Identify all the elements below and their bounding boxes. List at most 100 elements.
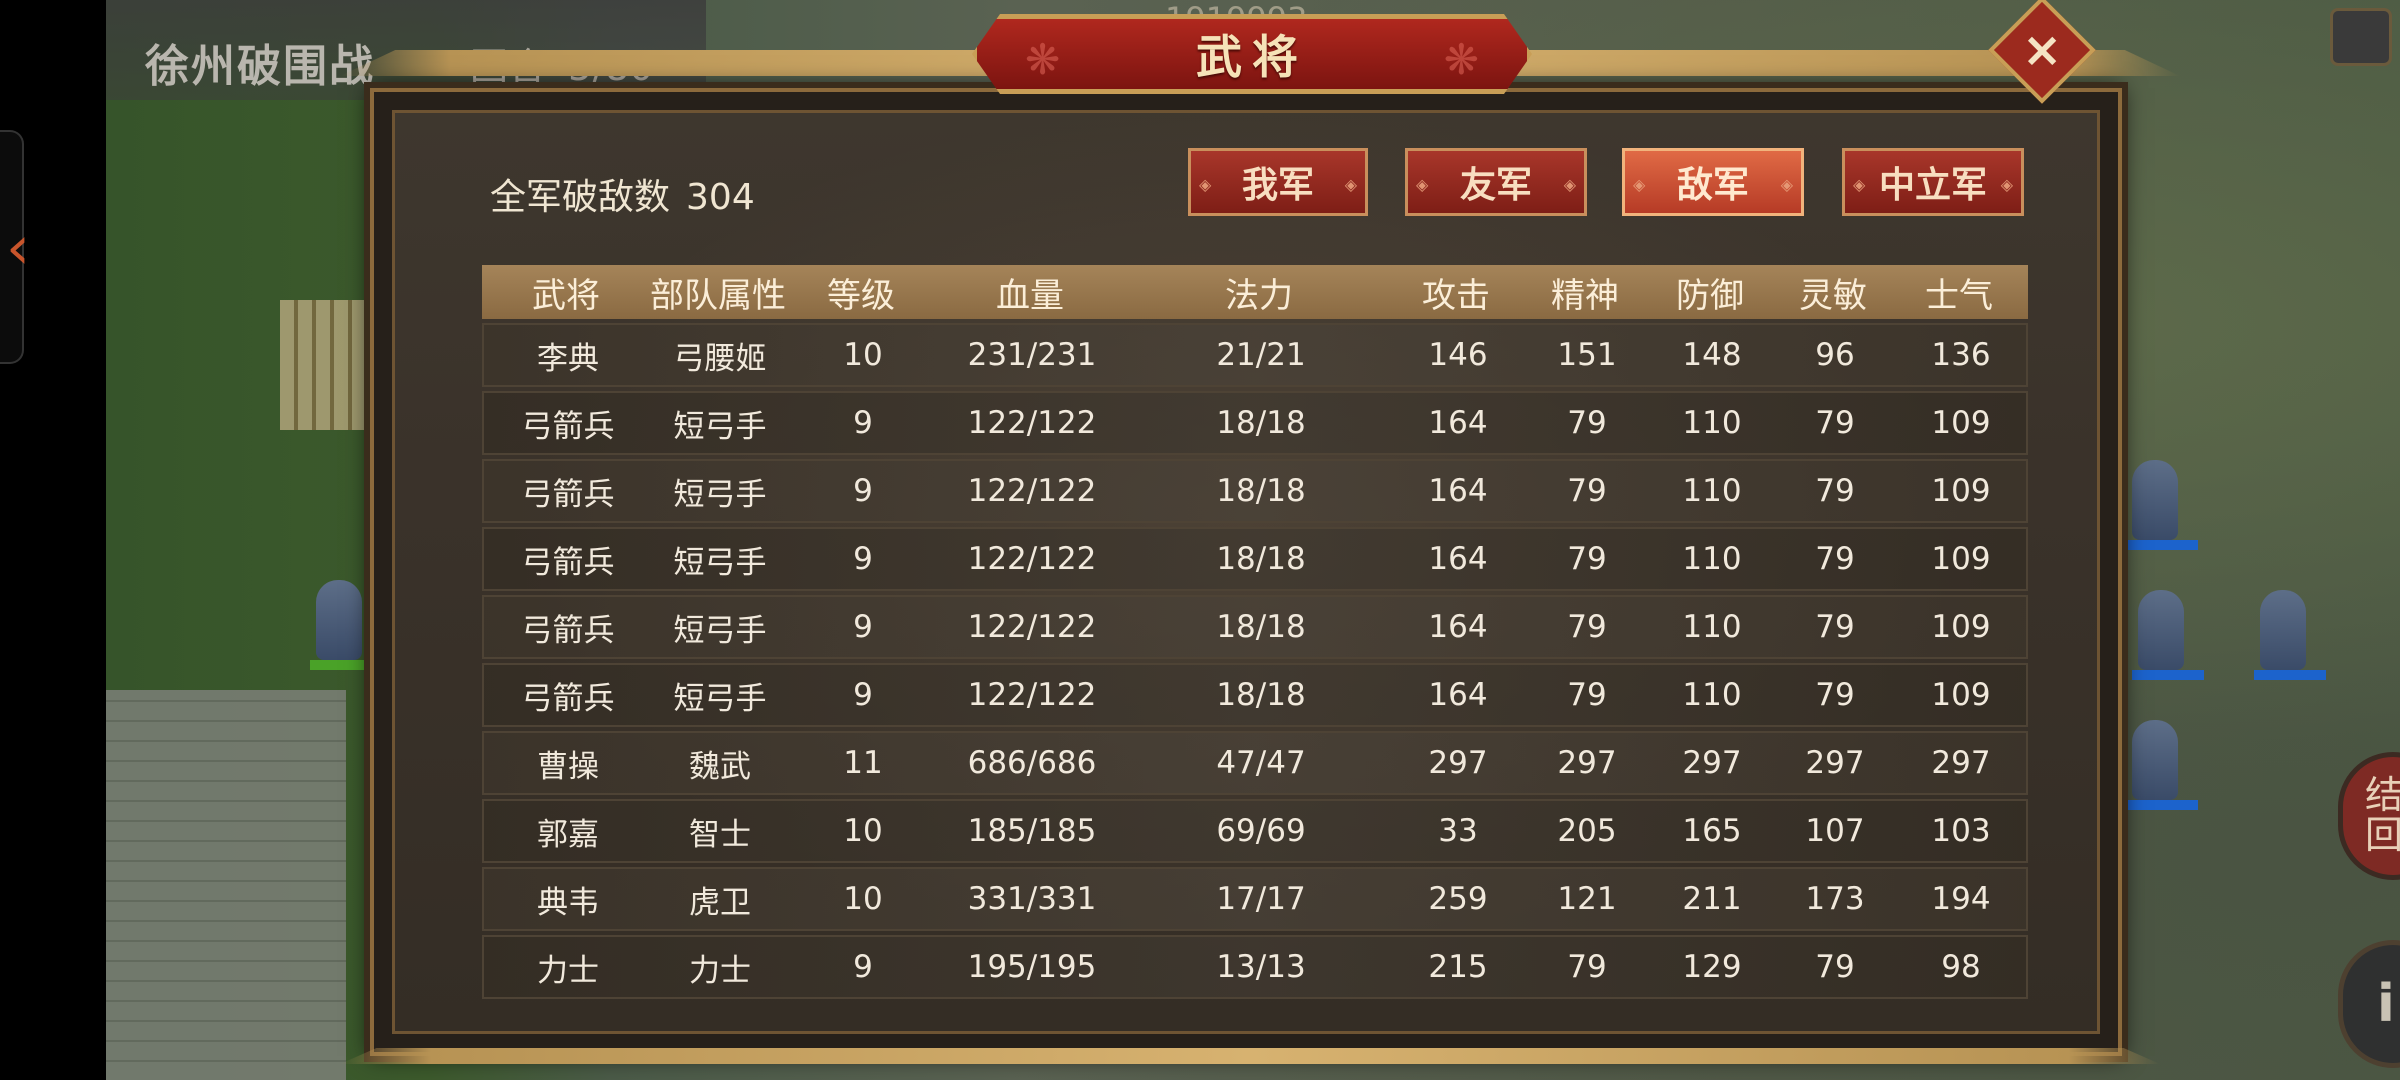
table-cell: 194 bbox=[1931, 881, 1991, 917]
table-cell: 107 bbox=[1805, 813, 1865, 849]
unit-sprite[interactable] bbox=[310, 580, 402, 670]
table-row[interactable]: 弓箭兵 短弓手 9 122/122 18/18 164 79 110 79 109 bbox=[482, 527, 2028, 591]
map-buildings bbox=[280, 300, 380, 430]
ornament-icon: ◈ bbox=[2000, 175, 2013, 194]
table-cell: 18/18 bbox=[1216, 473, 1306, 509]
table-cell: 297 bbox=[1931, 745, 1991, 781]
column-header: 攻击 bbox=[1422, 275, 1490, 316]
table-cell: 曹操 bbox=[537, 748, 599, 785]
table-row[interactable]: 弓箭兵 短弓手 9 122/122 18/18 164 79 110 79 109 bbox=[482, 663, 2028, 727]
table-row[interactable]: 弓箭兵 短弓手 9 122/122 18/18 164 79 110 79 109 bbox=[482, 459, 2028, 523]
total-kills: 全军破敌数 304 bbox=[490, 168, 755, 220]
table-cell: 122/122 bbox=[967, 541, 1097, 577]
table-cell: 110 bbox=[1682, 405, 1742, 441]
table-cell: 智士 bbox=[689, 816, 751, 853]
table-cell: 215 bbox=[1428, 949, 1488, 985]
table-cell: 164 bbox=[1428, 405, 1488, 441]
tab-allied-army[interactable]: ◈ 友军 ◈ bbox=[1405, 148, 1587, 216]
table-cell: 9 bbox=[853, 677, 873, 713]
table-cell: 力士 bbox=[689, 952, 751, 989]
table-row[interactable]: 李典 弓腰姬 10 231/231 21/21 146 151 148 96 136 bbox=[482, 323, 2028, 387]
column-header: 灵敏 bbox=[1799, 275, 1867, 316]
tab-my-army[interactable]: ◈ 我军 ◈ bbox=[1188, 148, 1368, 216]
table-row[interactable]: 弓箭兵 短弓手 9 122/122 18/18 164 79 110 79 109 bbox=[482, 391, 2028, 455]
tab-enemy-army[interactable]: ◈ 敌军 ◈ bbox=[1622, 148, 1804, 216]
table-cell: 9 bbox=[853, 609, 873, 645]
table-cell: 18/18 bbox=[1216, 677, 1306, 713]
table-cell: 短弓手 bbox=[673, 612, 767, 649]
table-cell: 110 bbox=[1682, 609, 1742, 645]
total-kills-value: 304 bbox=[686, 177, 755, 218]
table-cell: 164 bbox=[1428, 541, 1488, 577]
table-cell: 79 bbox=[1567, 405, 1607, 441]
table-cell: 弓箭兵 bbox=[521, 476, 615, 513]
table-cell: 122/122 bbox=[967, 609, 1097, 645]
unit-sprite[interactable] bbox=[2126, 460, 2198, 550]
table-cell: 98 bbox=[1941, 949, 1981, 985]
table-cell: 297 bbox=[1428, 745, 1488, 781]
table-row[interactable]: 弓箭兵 短弓手 9 122/122 18/18 164 79 110 79 109 bbox=[482, 595, 2028, 659]
table-cell: 136 bbox=[1931, 337, 1991, 373]
table-cell: 弓箭兵 bbox=[521, 680, 615, 717]
table-cell: 686/686 bbox=[967, 745, 1097, 781]
end-turn-label-2: 回 bbox=[2365, 813, 2400, 857]
modal-bottom-trim bbox=[340, 1048, 2160, 1064]
table-cell: 79 bbox=[1815, 949, 1855, 985]
table-cell: 虎卫 bbox=[689, 884, 751, 921]
table-cell: 109 bbox=[1931, 677, 1991, 713]
dialog-title: 武将 bbox=[1196, 30, 1308, 84]
ornament-icon: ◈ bbox=[1563, 175, 1576, 194]
column-header: 防御 bbox=[1676, 275, 1744, 316]
table-cell: 79 bbox=[1567, 949, 1607, 985]
close-icon: × bbox=[2021, 22, 2063, 78]
table-row[interactable]: 力士 力士 9 195/195 13/13 215 79 129 79 98 bbox=[482, 935, 2028, 999]
table-cell: 李典 bbox=[537, 340, 599, 377]
table-cell: 146 bbox=[1428, 337, 1488, 373]
table-cell: 郭嘉 bbox=[537, 816, 599, 853]
column-header: 武将 bbox=[532, 275, 600, 316]
table-cell: 79 bbox=[1815, 609, 1855, 645]
table-cell: 力士 bbox=[537, 952, 599, 989]
table-cell: 164 bbox=[1428, 677, 1488, 713]
unit-sprite[interactable] bbox=[2132, 590, 2204, 680]
table-cell: 297 bbox=[1682, 745, 1742, 781]
table-cell: 185/185 bbox=[967, 813, 1097, 849]
table-cell: 165 bbox=[1682, 813, 1742, 849]
table-cell: 9 bbox=[853, 541, 873, 577]
table-cell: 297 bbox=[1805, 745, 1865, 781]
tab-neutral-army[interactable]: ◈ 中立军 ◈ bbox=[1842, 148, 2024, 216]
dialog-title-plaque: ❋ 武将 ❋ bbox=[972, 14, 1532, 94]
table-cell: 110 bbox=[1682, 473, 1742, 509]
ornament-icon: ◈ bbox=[1199, 175, 1212, 194]
table-cell: 10 bbox=[843, 813, 883, 849]
table-cell: 21/21 bbox=[1216, 337, 1306, 373]
generals-table: 武将 部队属性 等级 血量 法力 攻击 精神 防御 灵敏 士气 李典 弓腰姬 10 2… bbox=[482, 265, 2028, 999]
column-header: 血量 bbox=[996, 275, 1064, 316]
table-cell: 短弓手 bbox=[673, 476, 767, 513]
tab-label: 我军 bbox=[1241, 165, 1314, 206]
column-header: 部队属性 bbox=[650, 275, 786, 316]
table-cell: 79 bbox=[1567, 473, 1607, 509]
end-turn-label-1: 结 bbox=[2365, 773, 2400, 818]
table-cell: 231/231 bbox=[967, 337, 1097, 373]
table-cell: 弓箭兵 bbox=[521, 408, 615, 445]
table-cell: 148 bbox=[1682, 337, 1742, 373]
ornament-icon: ◈ bbox=[1416, 175, 1429, 194]
table-cell: 18/18 bbox=[1216, 405, 1306, 441]
table-cell: 195/195 bbox=[967, 949, 1097, 985]
unit-sprite[interactable] bbox=[2126, 720, 2198, 810]
menu-button[interactable] bbox=[2330, 8, 2392, 66]
table-cell: 79 bbox=[1567, 677, 1607, 713]
chevron-left-icon[interactable]: ‹ bbox=[6, 218, 30, 278]
table-row[interactable]: 典韦 虎卫 10 331/331 17/17 259 121 211 173 194 bbox=[482, 867, 2028, 931]
column-header: 法力 bbox=[1225, 275, 1293, 316]
ornament-icon: ◈ bbox=[1633, 175, 1646, 194]
table-cell: 173 bbox=[1805, 881, 1865, 917]
table-row[interactable]: 郭嘉 智士 10 185/185 69/69 33 205 165 107 103 bbox=[482, 799, 2028, 863]
table-cell: 109 bbox=[1931, 473, 1991, 509]
table-row[interactable]: 曹操 魏武 11 686/686 47/47 297 297 297 297 297 bbox=[482, 731, 2028, 795]
table-cell: 331/331 bbox=[967, 881, 1097, 917]
unit-sprite[interactable] bbox=[2254, 590, 2326, 680]
table-cell: 259 bbox=[1428, 881, 1488, 917]
table-cell: 弓腰姬 bbox=[673, 340, 767, 377]
